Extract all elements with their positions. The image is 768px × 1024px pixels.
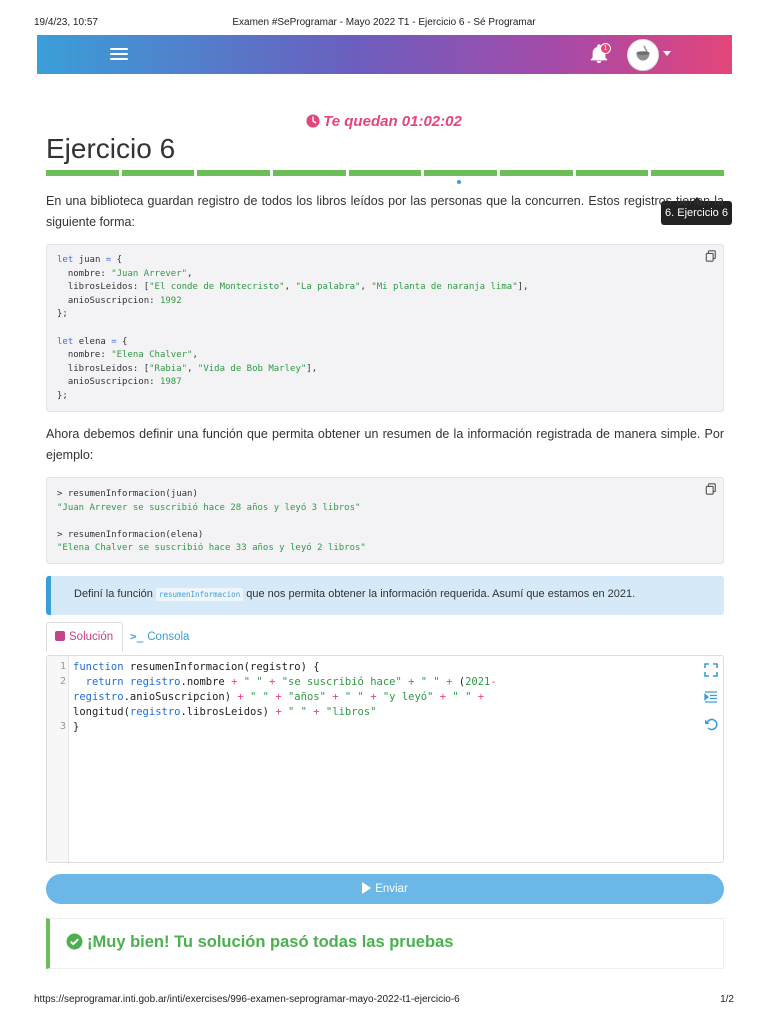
progress-segment[interactable] (348, 170, 422, 176)
print-header: 19/4/23, 10:57 Examen #SeProgramar - May… (34, 17, 734, 31)
copy-icon[interactable] (705, 483, 717, 495)
function-name-code: resumenInformacion (155, 588, 244, 601)
code-example-text: let juan = { nombre: "Juan Arrever", lib… (57, 255, 529, 401)
code-editor[interactable]: 1 2 3 function resumenInformacion(regist… (46, 655, 724, 863)
exercise-progress-bar (46, 170, 725, 176)
task-instruction-box: Definí la función resumenInformacion que… (46, 576, 724, 615)
indent-icon[interactable] (704, 690, 718, 704)
print-document-title: Examen #SeProgramar - Mayo 2022 T1 - Eje… (232, 17, 536, 28)
avatar[interactable] (627, 39, 659, 71)
explain-paragraph: Ahora debemos definir una función que pe… (46, 427, 724, 462)
line-number: 2 (59, 676, 66, 687)
send-button[interactable]: Enviar (46, 874, 724, 904)
progress-segment[interactable] (424, 170, 498, 176)
progress-segment[interactable] (500, 170, 573, 176)
notification-badge: 1 (600, 43, 611, 54)
copy-icon[interactable] (705, 250, 717, 262)
progress-segment[interactable] (273, 170, 346, 176)
page-title: Ejercicio 6 (46, 133, 176, 164)
progress-segment[interactable] (575, 170, 649, 176)
console-example-text: > resumenInformacion(juan) "Juan Arrever… (57, 489, 366, 554)
timer-text: Te quedan 01:02:02 (323, 113, 462, 130)
clock-icon (306, 114, 320, 128)
task-instruction-text: Definí la función resumenInformacion que… (74, 588, 636, 601)
success-message-box: ¡Muy bien! Tu solución pasó todas las pr… (46, 918, 724, 969)
edit-icon (55, 631, 65, 641)
code-example-block: let juan = { nombre: "Juan Arrever", lib… (46, 244, 724, 412)
line-number: 3 (59, 721, 66, 732)
progress-segment[interactable] (46, 170, 119, 176)
mate-cup-icon (636, 45, 650, 61)
print-url: https://seprogramar.inti.gob.ar/inti/exe… (34, 994, 460, 1005)
editor-gutter: 1 2 3 (47, 656, 69, 862)
play-icon (362, 882, 372, 894)
progress-segment[interactable] (197, 170, 271, 176)
terminal-icon: >_ (130, 630, 144, 643)
print-page-number: 1/2 (720, 994, 734, 1005)
progress-segment[interactable] (121, 170, 195, 176)
editor-code[interactable]: function resumenInformacion(registro) { … (73, 660, 497, 735)
line-number: 1 (59, 661, 66, 672)
intro-paragraph: En una biblioteca guardan registro de to… (46, 194, 724, 229)
current-exercise-marker (457, 180, 461, 184)
countdown-timer: Te quedan 01:02:02 (0, 113, 768, 130)
check-circle-icon (66, 933, 83, 950)
progress-segment[interactable] (651, 170, 725, 176)
console-example-block: > resumenInformacion(juan) "Juan Arrever… (46, 477, 724, 564)
tab-consola[interactable]: >_ Consola (130, 622, 220, 652)
tab-solucion[interactable]: Solución (46, 622, 123, 652)
menu-icon[interactable] (110, 46, 128, 62)
success-message: ¡Muy bien! Tu solución pasó todas las pr… (66, 933, 453, 952)
chevron-down-icon[interactable] (663, 51, 671, 56)
top-navbar: 1 (37, 35, 732, 74)
undo-icon[interactable] (704, 717, 718, 731)
fullscreen-icon[interactable] (704, 663, 718, 677)
